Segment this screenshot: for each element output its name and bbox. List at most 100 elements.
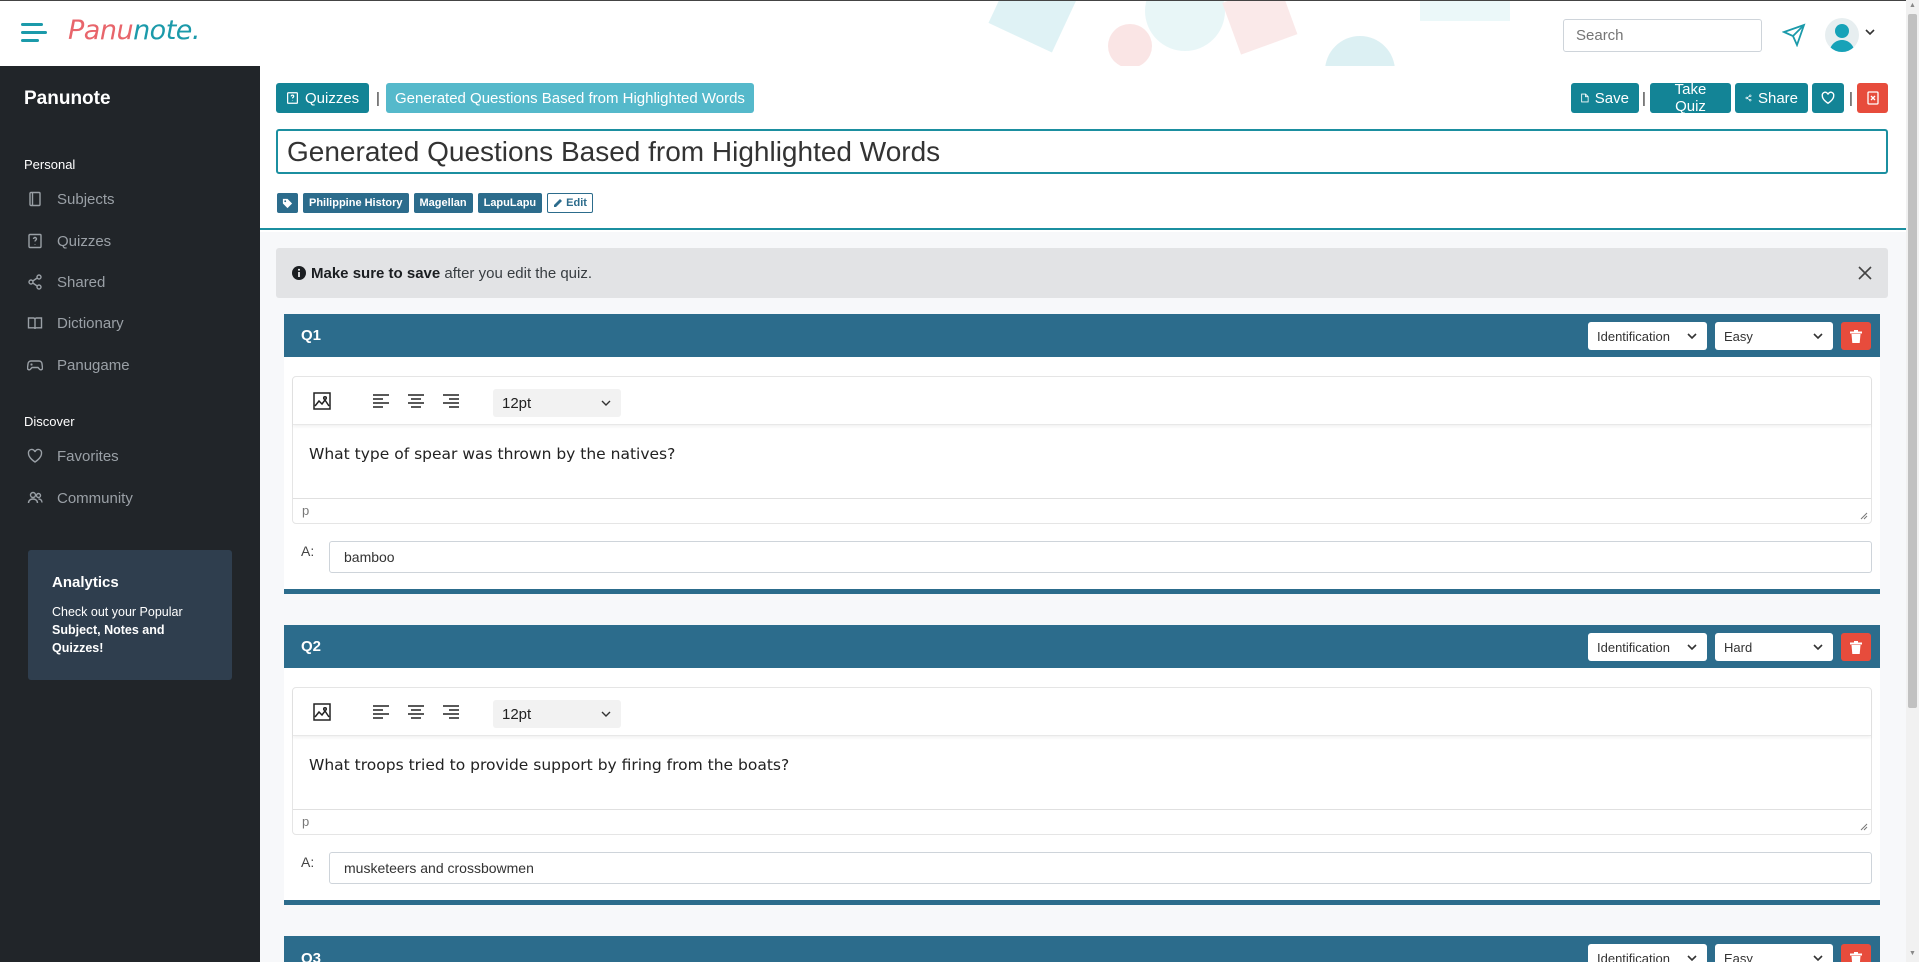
- book-icon: [27, 317, 43, 330]
- sidebar-item-label: Community: [57, 489, 133, 507]
- avatar[interactable]: [1825, 18, 1859, 52]
- question-editor[interactable]: 12pt What troops tried to provide suppor…: [292, 687, 1872, 835]
- chevron-down-icon: [1687, 644, 1697, 651]
- questions-area: Make sure to save after you edit the qui…: [260, 232, 1906, 962]
- sidebar-item-label: Shared: [57, 273, 106, 291]
- close-quiz-button[interactable]: [1857, 83, 1888, 113]
- menu-toggle-icon[interactable]: [21, 23, 47, 43]
- background-decoration: [988, 1, 1510, 66]
- top-navbar: Panunote.: [0, 0, 1906, 66]
- answer-label: A:: [301, 854, 315, 870]
- delete-question-button[interactable]: [1841, 322, 1871, 350]
- analytics-card[interactable]: Analytics Check out your Popular Subject…: [28, 550, 232, 680]
- sidebar-item-dictionary[interactable]: Dictionary: [27, 309, 237, 337]
- font-size-select[interactable]: 12pt: [493, 700, 621, 728]
- send-icon[interactable]: [1782, 23, 1806, 47]
- chevron-down-icon: [1813, 644, 1823, 651]
- delete-question-button[interactable]: [1841, 633, 1871, 661]
- sidebar-item-shared[interactable]: Shared: [27, 268, 237, 296]
- question-card: Q3 Identification Easy: [284, 936, 1880, 962]
- sidebar-item-label: Quizzes: [57, 232, 112, 250]
- delete-question-button[interactable]: [1841, 944, 1871, 962]
- chevron-down-icon: [1813, 333, 1823, 340]
- analytics-title: Analytics: [52, 574, 119, 591]
- tag-list: Philippine History Magellan LapuLapu Edi…: [277, 193, 593, 213]
- quiz-title-input[interactable]: [276, 129, 1888, 174]
- difficulty-select[interactable]: Easy: [1715, 944, 1833, 962]
- share-button[interactable]: Share: [1735, 83, 1808, 113]
- question-number: Q1: [301, 327, 322, 344]
- align-left-icon[interactable]: [371, 391, 391, 411]
- font-size-select[interactable]: 12pt: [493, 389, 621, 417]
- analytics-text: Check out your Popular Subject, Notes an…: [52, 605, 183, 655]
- section-personal-label: Personal: [24, 157, 76, 172]
- align-center-icon[interactable]: [406, 702, 426, 722]
- take-quiz-button[interactable]: Take Quiz: [1650, 81, 1731, 115]
- align-right-icon[interactable]: [441, 391, 461, 411]
- question-header: Q3 Identification Easy: [284, 936, 1880, 962]
- gamepad-icon: [27, 360, 43, 371]
- align-center-icon[interactable]: [406, 391, 426, 411]
- sidebar-item-quizzes[interactable]: Quizzes: [27, 227, 237, 255]
- pencil-icon: [554, 199, 563, 207]
- save-button[interactable]: Save: [1571, 83, 1639, 113]
- question-card: Q2 Identification Hard 12pt What troops …: [284, 625, 1880, 905]
- align-left-icon[interactable]: [371, 702, 391, 722]
- question-header: Q1 Identification Easy: [284, 314, 1880, 357]
- breadcrumb-current: Generated Questions Based from Highlight…: [386, 83, 754, 113]
- image-icon[interactable]: [312, 391, 332, 411]
- trash-icon: [1850, 640, 1862, 654]
- info-icon: [292, 266, 306, 280]
- breadcrumb-separator: |: [376, 90, 380, 107]
- share-icon: [1745, 94, 1752, 102]
- scroll-down-icon[interactable]: ▼: [1908, 950, 1917, 958]
- favorite-button[interactable]: [1812, 83, 1844, 113]
- difficulty-select[interactable]: Easy: [1715, 322, 1833, 350]
- question-number: Q2: [301, 638, 322, 655]
- sidebar-item-label: Subjects: [57, 190, 115, 208]
- question-type-select[interactable]: Identification: [1588, 944, 1707, 962]
- question-text[interactable]: What troops tried to provide support by …: [293, 736, 1871, 810]
- tag-icon: [277, 193, 298, 213]
- sidebar-item-label: Panugame: [57, 356, 130, 374]
- action-separator: |: [1849, 90, 1853, 107]
- chevron-down-icon: [1687, 955, 1697, 962]
- heart-icon: [1821, 91, 1835, 105]
- question-card: Q1 Identification Easy 12pt What type of…: [284, 314, 1880, 594]
- answer-input[interactable]: [329, 541, 1872, 573]
- answer-input[interactable]: [329, 852, 1872, 884]
- question-text[interactable]: What type of spear was thrown by the nat…: [293, 425, 1871, 499]
- question-type-select[interactable]: Identification: [1588, 322, 1707, 350]
- image-icon[interactable]: [312, 702, 332, 722]
- main-content: Quizzes | Generated Questions Based from…: [260, 66, 1906, 962]
- close-icon[interactable]: [1856, 264, 1874, 282]
- app-logo[interactable]: Panunote.: [68, 15, 200, 46]
- sidebar-item-community[interactable]: Community: [27, 484, 237, 512]
- search-input[interactable]: [1563, 19, 1762, 52]
- sidebar-item-subjects[interactable]: Subjects: [27, 185, 237, 213]
- section-discover-label: Discover: [24, 414, 75, 429]
- scrollbar-thumb[interactable]: [1908, 14, 1917, 708]
- question-editor[interactable]: 12pt What type of spear was thrown by th…: [292, 376, 1872, 524]
- chevron-down-icon[interactable]: [1863, 25, 1877, 39]
- trash-icon: [1850, 329, 1862, 343]
- question-number: Q3: [301, 950, 322, 962]
- question-footer-bar: [284, 589, 1880, 594]
- resize-handle-icon[interactable]: [1860, 512, 1868, 520]
- question-footer-bar: [284, 900, 1880, 905]
- trash-icon: [1850, 951, 1862, 962]
- question-type-select[interactable]: Identification: [1588, 633, 1707, 661]
- action-separator: |: [1642, 90, 1646, 107]
- sidebar-item-panugame[interactable]: Panugame: [27, 351, 237, 379]
- sidebar-item-favorites[interactable]: Favorites: [27, 442, 237, 470]
- close-file-icon: [1866, 91, 1879, 105]
- resize-handle-icon[interactable]: [1860, 823, 1868, 831]
- chevron-down-icon: [1687, 333, 1697, 340]
- breadcrumb-quizzes-button[interactable]: Quizzes: [276, 83, 370, 113]
- difficulty-select[interactable]: Hard: [1715, 633, 1833, 661]
- align-right-icon[interactable]: [441, 702, 461, 722]
- scroll-up-icon[interactable]: ▲: [1908, 2, 1917, 10]
- edit-tags-button[interactable]: Edit: [547, 193, 593, 213]
- chevron-down-icon: [601, 400, 611, 406]
- tag-badge: LapuLapu: [477, 193, 543, 213]
